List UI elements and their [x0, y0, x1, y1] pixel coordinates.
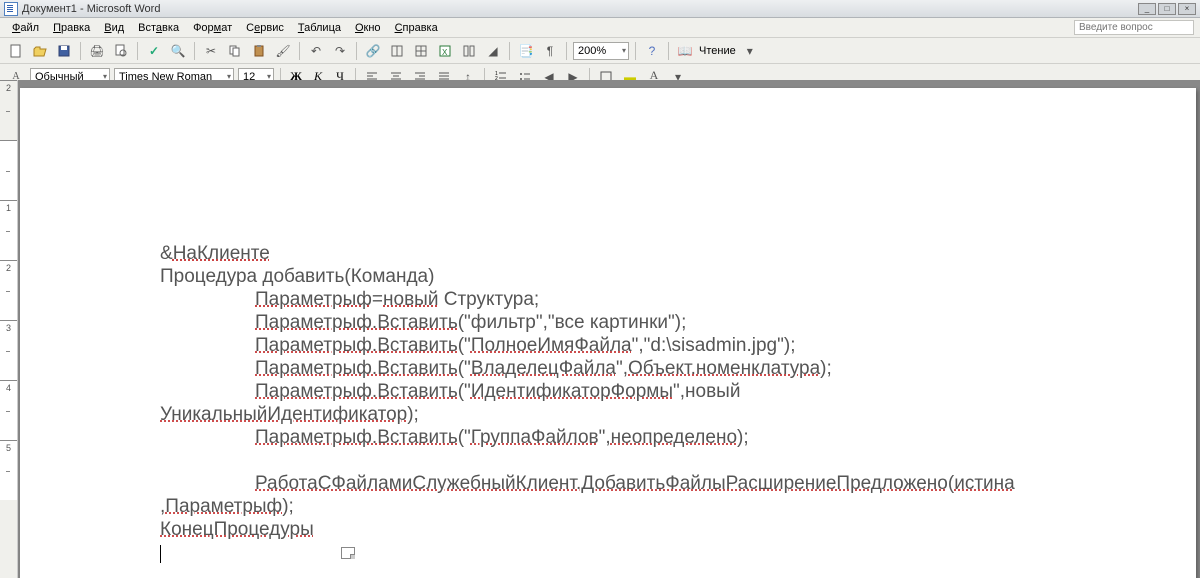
insert-table-icon[interactable] — [411, 41, 431, 61]
hyperlink-icon[interactable]: 🔗 — [363, 41, 383, 61]
code-text: ); — [820, 358, 832, 379]
reading-icon[interactable]: 📖 — [675, 41, 695, 61]
paste-icon[interactable] — [249, 41, 269, 61]
code-text: неопределено — [611, 427, 737, 448]
code-text: Структура; — [438, 289, 539, 310]
separator — [509, 42, 510, 60]
code-text: Параметрыф.Вставить — [255, 381, 458, 402]
excel-icon[interactable]: X — [435, 41, 455, 61]
code-text: & — [160, 243, 173, 264]
separator — [194, 42, 195, 60]
code-text: ","d:\sisadmin.jpg"); — [632, 335, 796, 356]
code-text: Параметрыф.Вставить — [255, 335, 458, 356]
menu-help[interactable]: Справка — [389, 20, 444, 36]
separator — [668, 42, 669, 60]
code-text: ); — [737, 427, 749, 448]
svg-text:X: X — [442, 48, 448, 57]
code-text: УникальныйИдентификатор — [160, 404, 407, 425]
menubar: Файл Правка Вид Вставка Формат Сервис Та… — [0, 18, 1200, 38]
code-text: ВладелецФайла — [471, 358, 616, 379]
code-text: Параметрыф.Вставить — [255, 427, 458, 448]
standard-toolbar: 🖨 ✓ 🔍 ✂ 🖌 ↶ ↷ 🔗 X ◢ 📑 ¶ 200% ? 📖 Чтение … — [0, 38, 1200, 64]
spellcheck-icon[interactable]: ✓ — [144, 41, 164, 61]
code-text: ИдентификаторФормы — [471, 381, 673, 402]
document-map-icon[interactable]: 📑 — [516, 41, 536, 61]
open-icon[interactable] — [30, 41, 50, 61]
titlebar: Документ1 - Microsoft Word _ □ × — [0, 0, 1200, 18]
undo-icon[interactable]: ↶ — [306, 41, 326, 61]
code-text: КонецПроцедуры — [160, 519, 314, 540]
code-text: новый — [383, 289, 438, 310]
preview-icon[interactable] — [111, 41, 131, 61]
code-text: ", — [616, 358, 628, 379]
code-text: ); — [282, 496, 294, 517]
redo-icon[interactable]: ↷ — [330, 41, 350, 61]
code-text: ПолноеИмяФайла — [471, 335, 632, 356]
help-search-input[interactable] — [1074, 20, 1194, 35]
save-icon[interactable] — [54, 41, 74, 61]
document-page[interactable]: &НаКлиенте Процедура добавить(Команда) П… — [20, 88, 1196, 578]
menu-edit[interactable]: Правка — [47, 20, 96, 36]
separator — [137, 42, 138, 60]
text-cursor — [160, 545, 161, 563]
tables-borders-icon[interactable] — [387, 41, 407, 61]
code-text: Объект.номенклатура — [628, 358, 820, 379]
code-text: (" — [458, 427, 471, 448]
code-text: истина — [954, 473, 1015, 494]
document-content[interactable]: &НаКлиенте Процедура добавить(Команда) П… — [20, 88, 1196, 564]
print-icon[interactable]: 🖨 — [87, 41, 107, 61]
toolbar-options-icon[interactable]: ▾ — [740, 41, 760, 61]
code-text: НаКлиенте — [173, 243, 270, 264]
new-doc-icon[interactable] — [6, 41, 26, 61]
vertical-ruler[interactable]: 2 1 2 3 4 5 — [0, 80, 18, 578]
format-painter-icon[interactable]: 🖌 — [273, 41, 293, 61]
code-text: ); — [407, 404, 419, 425]
separator — [80, 42, 81, 60]
zoom-value: 200% — [578, 45, 606, 57]
workspace: 2 1 2 3 4 5 &НаКлиенте Процедура добавит… — [0, 80, 1200, 578]
separator — [356, 42, 357, 60]
code-text: Параметрыф.Вставить — [255, 358, 458, 379]
code-text: ("фильтр","все картинки"); — [458, 312, 687, 333]
menu-insert[interactable]: Вставка — [132, 20, 185, 36]
help-icon[interactable]: ? — [642, 41, 662, 61]
menu-file[interactable]: Файл — [6, 20, 45, 36]
code-text: (" — [458, 335, 471, 356]
code-text: ",новый — [673, 381, 740, 402]
code-text: Процедура добавить(Команда) — [160, 265, 1196, 288]
research-icon[interactable]: 🔍 — [168, 41, 188, 61]
menu-view[interactable]: Вид — [98, 20, 130, 36]
separator — [566, 42, 567, 60]
menu-window[interactable]: Окно — [349, 20, 387, 36]
code-text: (" — [458, 381, 471, 402]
columns-icon[interactable] — [459, 41, 479, 61]
code-text: ", — [599, 427, 611, 448]
code-text: Параметрыф — [255, 289, 372, 310]
window-title: Документ1 - Microsoft Word — [22, 3, 1138, 15]
reading-label[interactable]: Чтение — [699, 45, 736, 57]
separator — [299, 42, 300, 60]
menu-table[interactable]: Таблица — [292, 20, 347, 36]
drawing-icon[interactable]: ◢ — [483, 41, 503, 61]
separator — [635, 42, 636, 60]
maximize-button[interactable]: □ — [1158, 3, 1176, 15]
paste-options-icon[interactable] — [341, 547, 355, 559]
minimize-button[interactable]: _ — [1138, 3, 1156, 15]
code-text: (" — [458, 358, 471, 379]
code-text: Параметрыф.Вставить — [255, 312, 458, 333]
page-area: &НаКлиенте Процедура добавить(Команда) П… — [18, 80, 1200, 578]
code-text: ГруппаФайлов — [471, 427, 599, 448]
close-button[interactable]: × — [1178, 3, 1196, 15]
code-text: Параметрыф — [165, 496, 282, 517]
menu-service[interactable]: Сервис — [240, 20, 290, 36]
code-text: РаботаСФайламиСлужебныйКлиент.ДобавитьФа… — [255, 473, 948, 494]
code-text: = — [372, 289, 383, 310]
copy-icon[interactable] — [225, 41, 245, 61]
document-icon — [4, 2, 18, 16]
menu-format[interactable]: Формат — [187, 20, 238, 36]
show-marks-icon[interactable]: ¶ — [540, 41, 560, 61]
cut-icon[interactable]: ✂ — [201, 41, 221, 61]
window-buttons: _ □ × — [1138, 3, 1196, 15]
zoom-dropdown[interactable]: 200% — [573, 42, 629, 60]
